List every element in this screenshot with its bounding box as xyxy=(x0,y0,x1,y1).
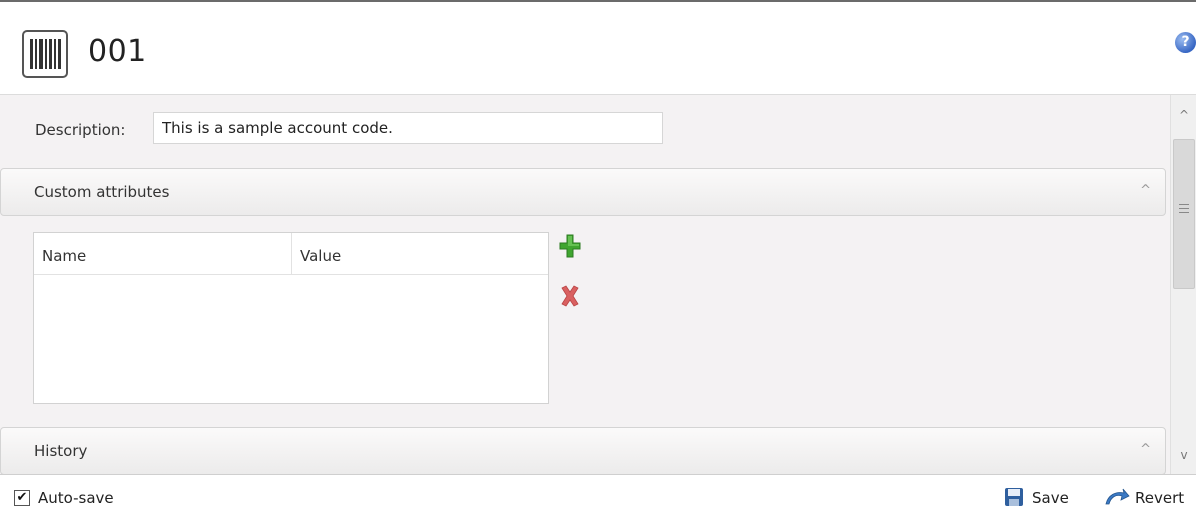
column-header-value[interactable]: Value xyxy=(292,233,548,275)
plus-icon[interactable] xyxy=(559,233,581,261)
revert-icon xyxy=(1105,488,1130,505)
scroll-down-icon[interactable]: v xyxy=(1171,435,1196,475)
custom-attributes-title: Custom attributes xyxy=(34,183,170,201)
scroll-thumb[interactable] xyxy=(1173,139,1195,289)
grip-icon xyxy=(1179,204,1189,205)
history-title: History xyxy=(34,442,88,460)
description-input[interactable] xyxy=(153,112,663,144)
footer: ✔ Auto-save Save Revert xyxy=(0,474,1196,514)
help-icon[interactable]: ? xyxy=(1175,32,1196,53)
header: 001 ? xyxy=(0,0,1196,94)
content-panel: Description: Custom attributes ^ Name Va… xyxy=(0,94,1196,475)
chevron-up-icon[interactable]: ^ xyxy=(1140,183,1151,198)
barcode-icon xyxy=(22,30,68,78)
page-title: 001 xyxy=(88,34,147,69)
chevron-up-icon[interactable]: ^ xyxy=(1140,442,1151,457)
column-header-name[interactable]: Name xyxy=(34,233,292,275)
save-icon xyxy=(1005,488,1023,506)
vertical-scrollbar[interactable]: ^ v xyxy=(1170,95,1196,475)
grip-icon xyxy=(1179,208,1189,209)
revert-label: Revert xyxy=(1135,489,1185,507)
scroll-up-icon[interactable]: ^ xyxy=(1171,95,1196,135)
account-code-window: 001 ? Description: Custom attributes ^ N… xyxy=(0,0,1196,514)
history-section-header[interactable]: History ^ xyxy=(0,427,1166,475)
description-label: Description: xyxy=(35,121,126,139)
x-icon[interactable] xyxy=(559,284,581,308)
save-label: Save xyxy=(1032,489,1069,507)
table-header: Name Value xyxy=(34,233,548,275)
autosave-checkbox[interactable]: ✔ xyxy=(14,490,30,506)
custom-attributes-table: Name Value xyxy=(33,232,549,404)
autosave-label[interactable]: Auto-save xyxy=(38,489,114,507)
custom-attributes-section-header[interactable]: Custom attributes ^ xyxy=(0,168,1166,216)
grip-icon xyxy=(1179,212,1189,213)
